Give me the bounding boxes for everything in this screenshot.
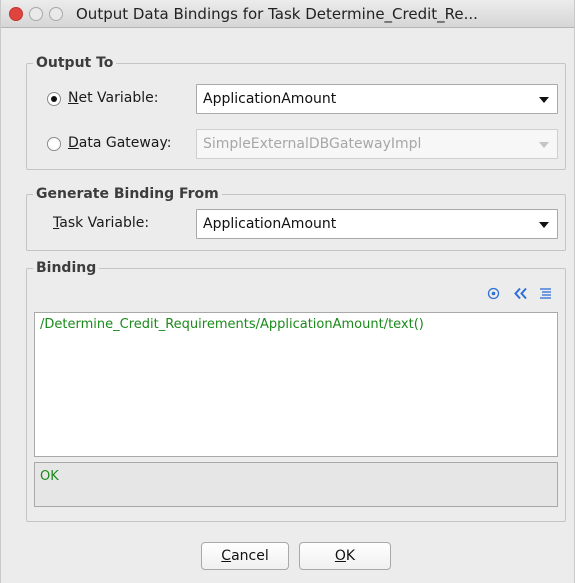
target-icon[interactable]	[487, 287, 501, 301]
chevron-down-icon	[539, 222, 549, 228]
net-variable-radio[interactable]	[47, 92, 61, 106]
task-variable-label: Task Variable:	[53, 215, 150, 231]
net-variable-select[interactable]: ApplicationAmount	[196, 84, 558, 114]
ok-button[interactable]: OK	[299, 542, 391, 570]
window-title: Output Data Bindings for Task Determine_…	[76, 5, 478, 23]
binding-expression-editor[interactable]: /Determine_Credit_Requirements/Applicati…	[34, 312, 558, 457]
net-variable-label: Net Variable:	[68, 90, 159, 106]
data-gateway-radio[interactable]	[47, 137, 61, 151]
cancel-button[interactable]: Cancel	[201, 542, 289, 570]
data-gateway-select-value: SimpleExternalDBGatewayImpl	[203, 136, 422, 152]
binding-legend: Binding	[36, 260, 97, 276]
net-variable-select-value: ApplicationAmount	[203, 91, 337, 107]
generate-binding-legend: Generate Binding From	[36, 186, 219, 202]
double-chevron-left-icon[interactable]	[513, 287, 529, 301]
close-window-button[interactable]	[9, 7, 23, 21]
minimize-window-button[interactable]	[29, 7, 43, 21]
output-to-legend: Output To	[36, 55, 114, 71]
align-lines-icon[interactable]	[539, 287, 553, 301]
data-gateway-select[interactable]: SimpleExternalDBGatewayImpl	[196, 129, 558, 159]
task-variable-select[interactable]: ApplicationAmount	[196, 209, 558, 239]
data-gateway-label: Data Gateway:	[68, 135, 172, 151]
title-bar: Output Data Bindings for Task Determine_…	[1, 0, 574, 28]
binding-validation-status: OK	[34, 462, 558, 507]
binding-status-text: OK	[40, 469, 59, 484]
chevron-down-icon	[539, 97, 549, 103]
dialog-window: Output Data Bindings for Task Determine_…	[0, 0, 575, 583]
zoom-window-button[interactable]	[49, 7, 63, 21]
binding-expression-text: /Determine_Credit_Requirements/Applicati…	[40, 317, 424, 332]
chevron-down-icon	[539, 142, 549, 148]
task-variable-select-value: ApplicationAmount	[203, 216, 337, 232]
